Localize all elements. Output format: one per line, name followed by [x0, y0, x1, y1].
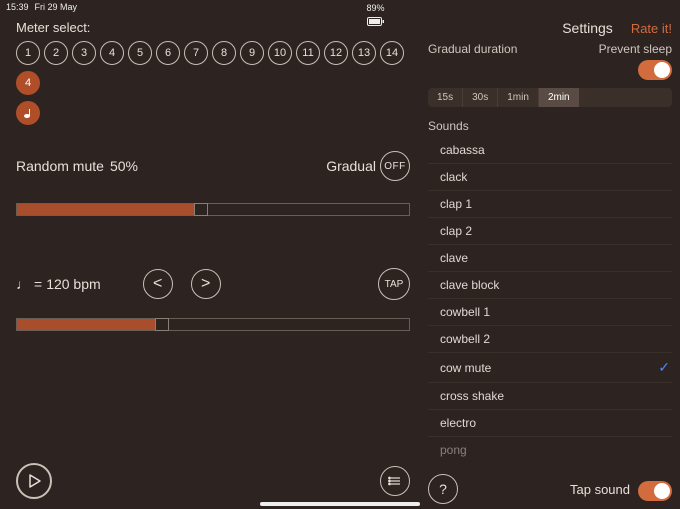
- status-bar: 15:39 Fri 29 May 89%: [0, 0, 680, 14]
- meter-14[interactable]: 14: [380, 41, 404, 65]
- sound-item[interactable]: electro: [428, 410, 672, 437]
- meter-4[interactable]: 4: [100, 41, 124, 65]
- settings-title: Settings: [562, 20, 613, 36]
- meter-9[interactable]: 9: [240, 41, 264, 65]
- duration-1min[interactable]: 1min: [498, 88, 539, 107]
- meter-10[interactable]: 10: [268, 41, 292, 65]
- meter-11[interactable]: 11: [296, 41, 320, 65]
- tap-sound-label: Tap sound: [570, 482, 630, 497]
- sound-item[interactable]: clap 2: [428, 218, 672, 245]
- help-button[interactable]: ?: [428, 474, 458, 504]
- meter-row: 1234567891011121314: [16, 41, 410, 65]
- play-button[interactable]: [16, 463, 52, 499]
- meter-2[interactable]: 2: [44, 41, 68, 65]
- sound-item[interactable]: cowbell 2: [428, 326, 672, 353]
- random-mute-label: Random mute: [16, 158, 104, 174]
- settings-panel: Settings Rate it! Gradual duration Preve…: [420, 14, 680, 509]
- sound-item[interactable]: pong: [428, 437, 672, 463]
- duration-2min[interactable]: 2min: [539, 88, 579, 107]
- meter-5[interactable]: 5: [128, 41, 152, 65]
- meter-13[interactable]: 13: [352, 41, 376, 65]
- meter-6[interactable]: 6: [156, 41, 180, 65]
- meter-1[interactable]: 1: [16, 41, 40, 65]
- sound-item[interactable]: clack: [428, 164, 672, 191]
- meter-3[interactable]: 3: [72, 41, 96, 65]
- duration-segmented[interactable]: 15s30s1min2min: [428, 88, 672, 107]
- sound-item[interactable]: clap 1: [428, 191, 672, 218]
- tempo-value: 120 bpm: [46, 276, 100, 292]
- meter-7[interactable]: 7: [184, 41, 208, 65]
- sound-item[interactable]: cowbell 1: [428, 299, 672, 326]
- gradual-duration-label: Gradual duration: [428, 42, 517, 56]
- duration-15s[interactable]: 15s: [428, 88, 463, 107]
- check-icon: ✓: [658, 359, 670, 376]
- status-date: Fri 29 May: [35, 2, 78, 12]
- tap-tempo-button[interactable]: TAP: [378, 268, 410, 300]
- random-mute-value: 50%: [110, 158, 138, 174]
- status-time: 15:39: [6, 2, 29, 12]
- random-mute-slider[interactable]: [16, 203, 410, 216]
- main-panel: Meter select: 1234567891011121314 4 Rand…: [0, 14, 420, 509]
- meter-selected-display[interactable]: 4: [16, 71, 40, 95]
- sound-item[interactable]: cabassa: [428, 137, 672, 164]
- sounds-list: cabassaclackclap 1clap 2claveclave block…: [428, 137, 672, 471]
- tempo-slider[interactable]: [16, 318, 410, 331]
- tempo-increase-button[interactable]: >: [191, 269, 221, 299]
- tempo-equals: =: [34, 276, 42, 292]
- note-value-button[interactable]: [16, 101, 40, 125]
- sound-item[interactable]: clave block: [428, 272, 672, 299]
- duration-30s[interactable]: 30s: [463, 88, 498, 107]
- sound-item[interactable]: clave: [428, 245, 672, 272]
- tempo-note-icon: ♩: [16, 276, 30, 292]
- list-icon-button[interactable]: [380, 466, 410, 496]
- sounds-label: Sounds: [428, 119, 672, 133]
- gradual-toggle[interactable]: OFF: [380, 151, 410, 181]
- home-indicator: [260, 502, 420, 506]
- battery-pct: 89%: [367, 3, 385, 13]
- tempo-decrease-button[interactable]: <: [143, 269, 173, 299]
- tap-sound-toggle[interactable]: [638, 481, 672, 501]
- gradual-label: Gradual: [326, 158, 376, 174]
- rate-it-link[interactable]: Rate it!: [631, 21, 672, 36]
- meter-8[interactable]: 8: [212, 41, 236, 65]
- sound-item[interactable]: cow mute✓: [428, 353, 672, 383]
- prevent-sleep-toggle[interactable]: [638, 60, 672, 80]
- prevent-sleep-label: Prevent sleep: [599, 42, 672, 56]
- meter-select-label: Meter select:: [16, 20, 410, 35]
- sound-item[interactable]: cross shake: [428, 383, 672, 410]
- meter-12[interactable]: 12: [324, 41, 348, 65]
